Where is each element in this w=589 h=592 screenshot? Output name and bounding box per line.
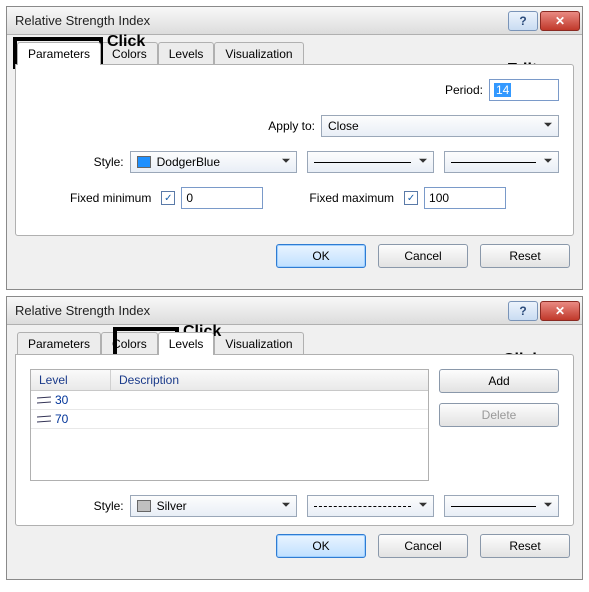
close-icon: ✕ <box>555 304 565 318</box>
add-button[interactable]: Add <box>439 369 559 393</box>
window-title: Relative Strength Index <box>15 303 508 318</box>
style-line-width-combo[interactable] <box>444 495 559 517</box>
line-preview <box>314 162 411 163</box>
level-line-icon <box>37 414 51 424</box>
delete-button: Delete <box>439 403 559 427</box>
line-preview <box>451 506 536 507</box>
titlebar: Relative Strength Index ? ✕ <box>7 7 582 35</box>
color-swatch-icon <box>137 156 151 168</box>
period-input[interactable]: 14 <box>489 79 559 101</box>
tab-visualization[interactable]: Visualization <box>214 332 303 355</box>
cancel-button[interactable]: Cancel <box>378 244 468 268</box>
style-line-type-combo[interactable] <box>307 151 434 173</box>
line-preview <box>314 506 411 507</box>
levels-panel: Level Description 30 70 <box>15 354 574 526</box>
help-button[interactable]: ? <box>508 301 538 321</box>
tab-levels[interactable]: Levels <box>158 42 215 65</box>
fixed-max-input[interactable] <box>424 187 506 209</box>
help-icon: ? <box>519 304 526 318</box>
style-label: Style: <box>70 155 130 169</box>
help-icon: ? <box>519 14 526 28</box>
col-level[interactable]: Level <box>31 370 111 390</box>
help-button[interactable]: ? <box>508 11 538 31</box>
line-preview <box>451 162 536 163</box>
table-row[interactable]: 30 <box>31 391 428 410</box>
style-line-width-combo[interactable] <box>444 151 559 173</box>
fixed-max-checkbox[interactable]: ✓ <box>404 191 418 205</box>
ok-button[interactable]: OK <box>276 534 366 558</box>
col-description[interactable]: Description <box>111 370 428 390</box>
style-color-combo[interactable]: DodgerBlue <box>130 151 297 173</box>
ok-button[interactable]: OK <box>276 244 366 268</box>
close-icon: ✕ <box>555 14 565 28</box>
tab-strip: Parameters Colors Levels Visualization <box>17 332 574 355</box>
fixed-min-checkbox[interactable]: ✓ <box>161 191 175 205</box>
reset-button[interactable]: Reset <box>480 534 570 558</box>
rsi-dialog-levels: Relative Strength Index ? ✕ Parameters C… <box>6 296 583 580</box>
levels-table-header: Level Description <box>31 370 428 391</box>
tab-colors[interactable]: Colors <box>101 332 158 355</box>
fixed-min-label: Fixed minimum <box>70 191 157 205</box>
style-label: Style: <box>70 499 130 513</box>
parameters-panel: Period: 14 Apply to: Close Style: Dodger… <box>15 64 574 236</box>
titlebar: Relative Strength Index ? ✕ <box>7 297 582 325</box>
tab-parameters[interactable]: Parameters <box>17 332 101 355</box>
style-color-combo[interactable]: Silver <box>130 495 297 517</box>
style-line-type-combo[interactable] <box>307 495 434 517</box>
button-bar: OK Cancel Reset <box>15 526 574 562</box>
tab-colors[interactable]: Colors <box>101 42 158 65</box>
window-title: Relative Strength Index <box>15 13 508 28</box>
button-bar: OK Cancel Reset <box>15 236 574 272</box>
color-swatch-icon <box>137 500 151 512</box>
apply-to-label: Apply to: <box>268 119 321 133</box>
client-area: Parameters Colors Levels Visualization P… <box>7 35 582 280</box>
rsi-dialog-parameters: Relative Strength Index ? ✕ Parameters C… <box>6 6 583 290</box>
tab-parameters[interactable]: Parameters <box>17 42 101 65</box>
levels-table[interactable]: Level Description 30 70 <box>30 369 429 481</box>
level-line-icon <box>37 395 51 405</box>
close-button[interactable]: ✕ <box>540 11 580 31</box>
levels-table-body: 30 70 <box>31 391 428 480</box>
tab-levels[interactable]: Levels <box>158 332 215 355</box>
period-label: Period: <box>445 83 489 97</box>
close-button[interactable]: ✕ <box>540 301 580 321</box>
table-row[interactable]: 70 <box>31 410 428 429</box>
fixed-min-input[interactable] <box>181 187 263 209</box>
tab-visualization[interactable]: Visualization <box>214 42 303 65</box>
cancel-button[interactable]: Cancel <box>378 534 468 558</box>
apply-to-combo[interactable]: Close <box>321 115 559 137</box>
client-area: Parameters Colors Levels Visualization L… <box>7 325 582 570</box>
reset-button[interactable]: Reset <box>480 244 570 268</box>
tab-strip: Parameters Colors Levels Visualization <box>17 42 574 65</box>
fixed-max-label: Fixed maximum <box>309 191 400 205</box>
